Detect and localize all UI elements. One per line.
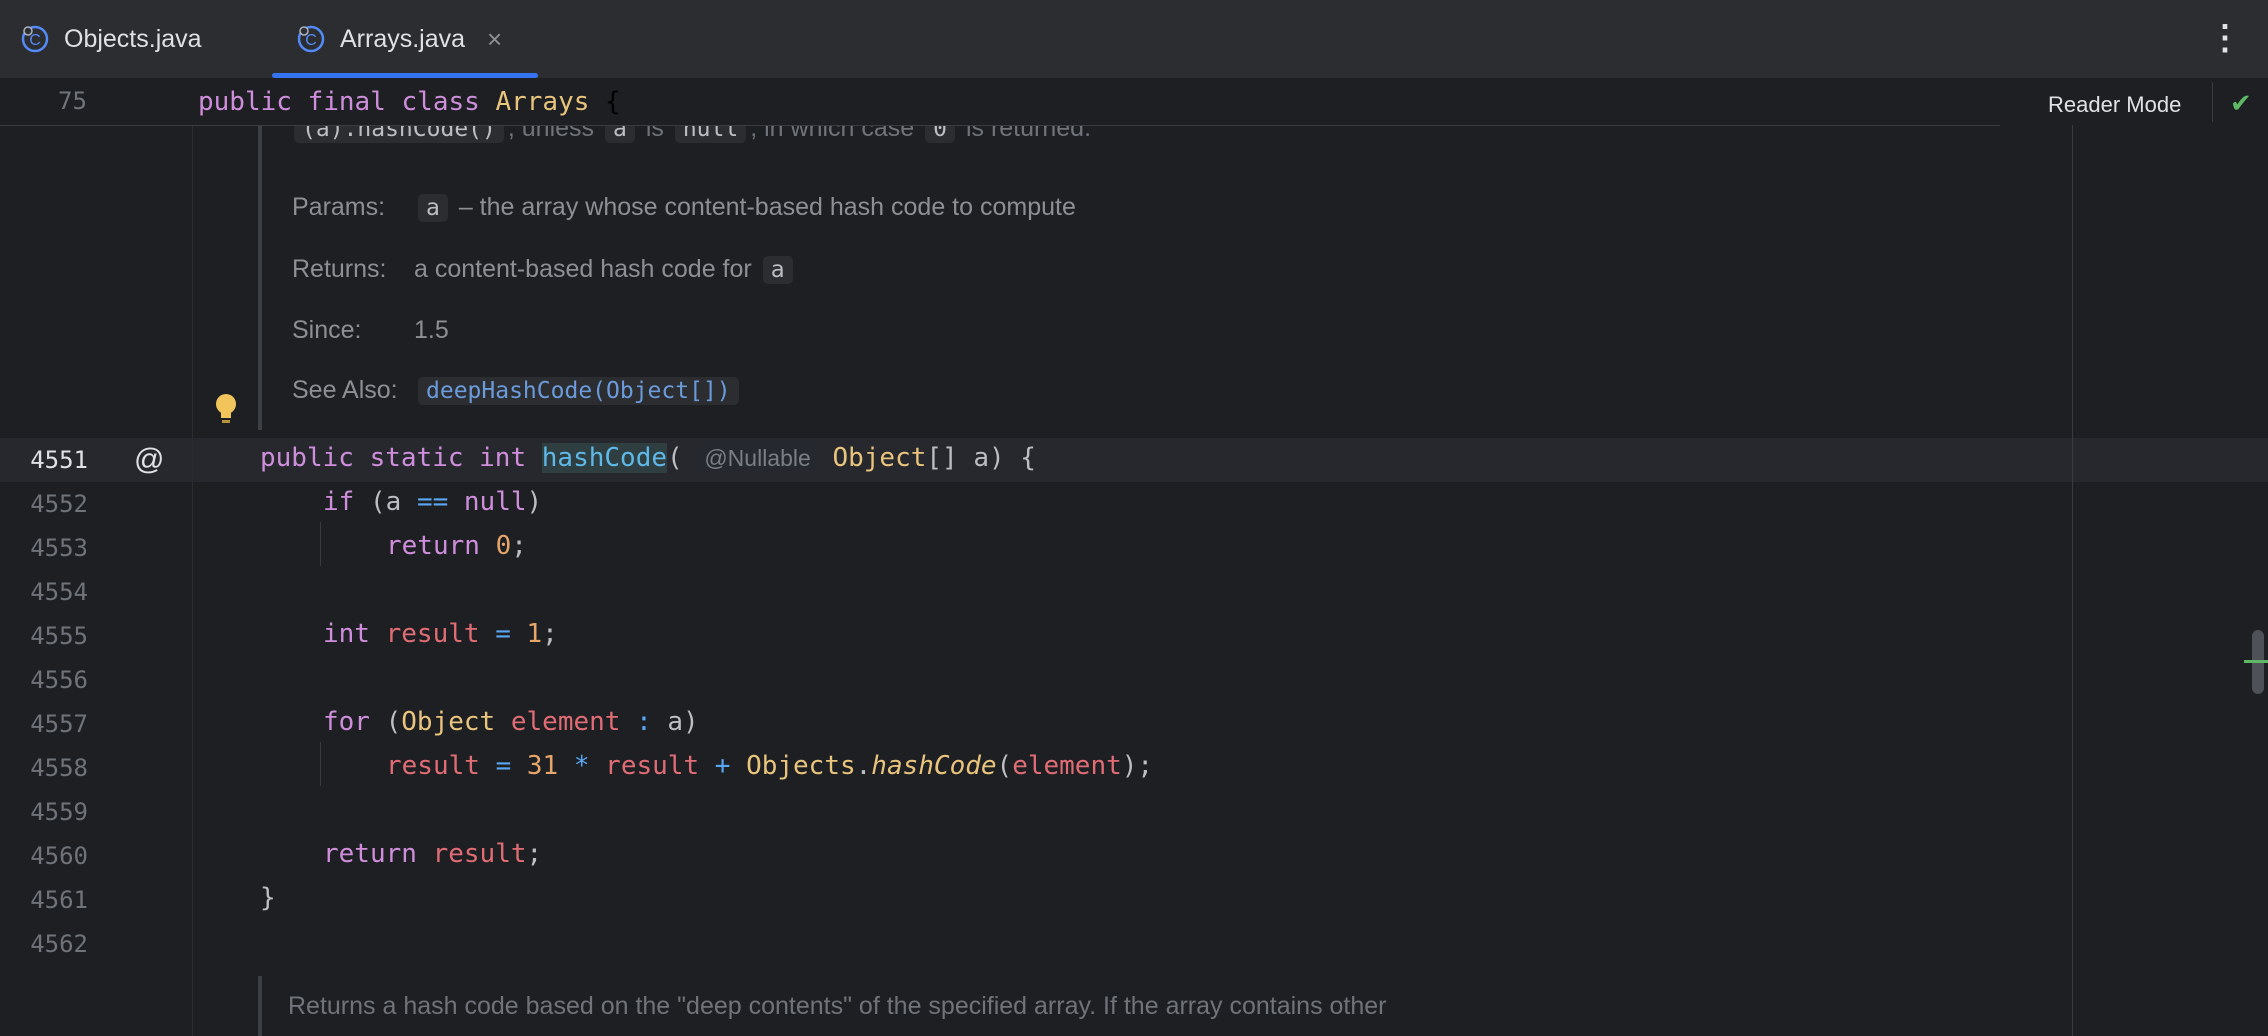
code-editor[interactable] — [0, 79, 2268, 1036]
tab-arrays-java[interactable]: C Arrays.java × — [272, 0, 537, 78]
javadoc-bar — [258, 125, 262, 430]
sticky-code: public final class Arrays { — [198, 87, 621, 117]
javadoc-params-value: a – the array whose content-based hash c… — [414, 193, 1076, 222]
nullable-annotation: @Nullable — [698, 445, 817, 471]
param-chip: a — [418, 194, 448, 222]
code-line-4561[interactable]: } — [260, 883, 276, 913]
code-line-4552[interactable]: if (a == null) — [323, 487, 542, 517]
javadoc-see-also-label: See Also: — [292, 376, 398, 404]
line-number: 4556 — [30, 666, 88, 694]
more-options-icon[interactable]: ⋮ — [2208, 18, 2242, 58]
change-marker — [2244, 660, 2268, 663]
javadoc-bar — [258, 976, 262, 1036]
tab-label: Objects.java — [64, 24, 202, 53]
javadoc-since-label: Since: — [292, 316, 362, 344]
overrides-method-icon[interactable]: @ — [134, 443, 164, 477]
code-line-4555[interactable]: int result = 1; — [323, 619, 558, 649]
see-also-link[interactable]: deepHashCode(Object[]) — [418, 377, 739, 405]
line-number: 4562 — [30, 930, 88, 958]
reader-mode-button[interactable]: Reader Mode — [2048, 92, 2181, 118]
line-number: 4558 — [30, 754, 88, 782]
java-class-icon: C — [297, 25, 325, 53]
line-number: 4552 — [30, 490, 88, 518]
lightbulb-icon[interactable] — [212, 392, 240, 426]
javadoc-since-value: 1.5 — [414, 316, 449, 344]
line-number: 4555 — [30, 622, 88, 650]
inspection-ok-icon[interactable]: ✔ — [2230, 88, 2252, 119]
javadoc-returns-value: a content-based hash code for a — [414, 255, 797, 284]
line-number: 4553 — [30, 534, 88, 562]
code-line-4558[interactable]: result = 31 * result + Objects.hashCode(… — [386, 751, 1153, 781]
line-number: 4557 — [30, 710, 88, 738]
indent-guide — [320, 742, 321, 786]
right-margin-guide — [2072, 125, 2073, 1036]
line-number: 75 — [58, 87, 87, 115]
separator — [2212, 82, 2213, 122]
editor-tab-bar: C Objects.java C Arrays.java × ⋮ — [0, 0, 2268, 79]
active-tab-indicator — [272, 73, 538, 78]
code-line-4553[interactable]: return 0; — [386, 531, 527, 561]
line-number: 4561 — [30, 886, 88, 914]
java-class-icon: C — [21, 25, 49, 53]
gutter-separator — [192, 79, 193, 1036]
line-number: 4554 — [30, 578, 88, 606]
indent-guide — [320, 522, 321, 566]
javadoc-returns-label: Returns: — [292, 255, 387, 283]
code-line-4557[interactable]: for (Object element : a) — [323, 707, 699, 737]
sticky-class-header[interactable]: 75 public final class Arrays { — [0, 79, 2000, 126]
line-number: 4560 — [30, 842, 88, 870]
line-number: 4551 — [30, 446, 88, 474]
code-line-4551[interactable]: public static int hashCode( @Nullable Ob… — [260, 443, 1036, 473]
javadoc-see-also-value: deepHashCode(Object[]) — [414, 376, 743, 405]
code-line-4560[interactable]: return result; — [323, 839, 542, 869]
close-icon[interactable]: × — [487, 24, 502, 55]
javadoc-params-label: Params: — [292, 193, 386, 221]
javadoc-next-summary: Returns a hash code based on the "deep c… — [288, 992, 1387, 1020]
tab-label: Arrays.java — [340, 24, 466, 53]
line-number: 4559 — [30, 798, 88, 826]
tab-objects-java[interactable]: C Objects.java — [20, 0, 202, 78]
